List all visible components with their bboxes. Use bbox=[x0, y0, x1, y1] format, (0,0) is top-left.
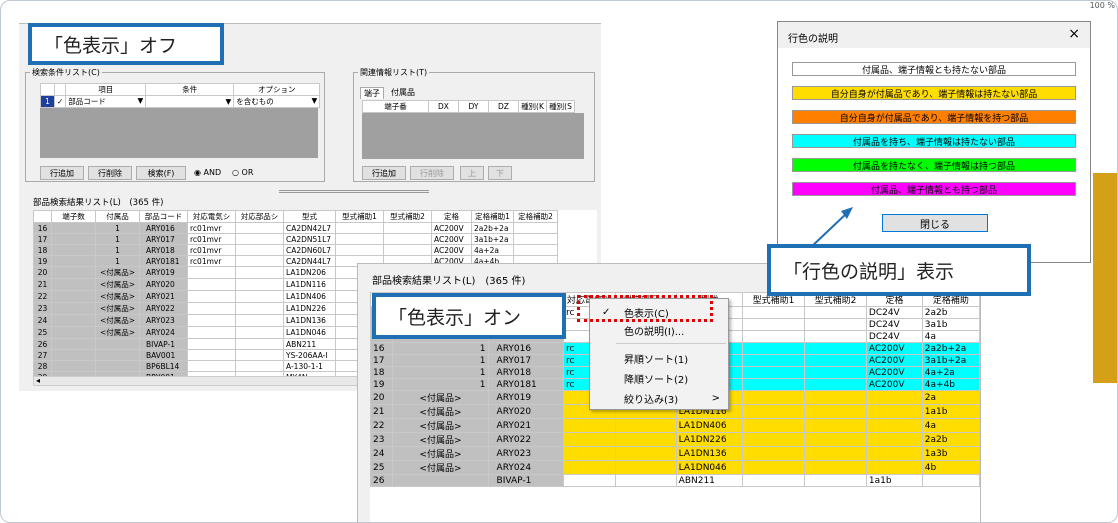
screenshot-frame: 100 % 検索条件リスト(C) 項目 条件 オプション 1 ✓ 部品コード ▼ … bbox=[0, 0, 1118, 523]
callout-row-color-explain: 「行色の説明」表示 bbox=[767, 244, 1031, 296]
